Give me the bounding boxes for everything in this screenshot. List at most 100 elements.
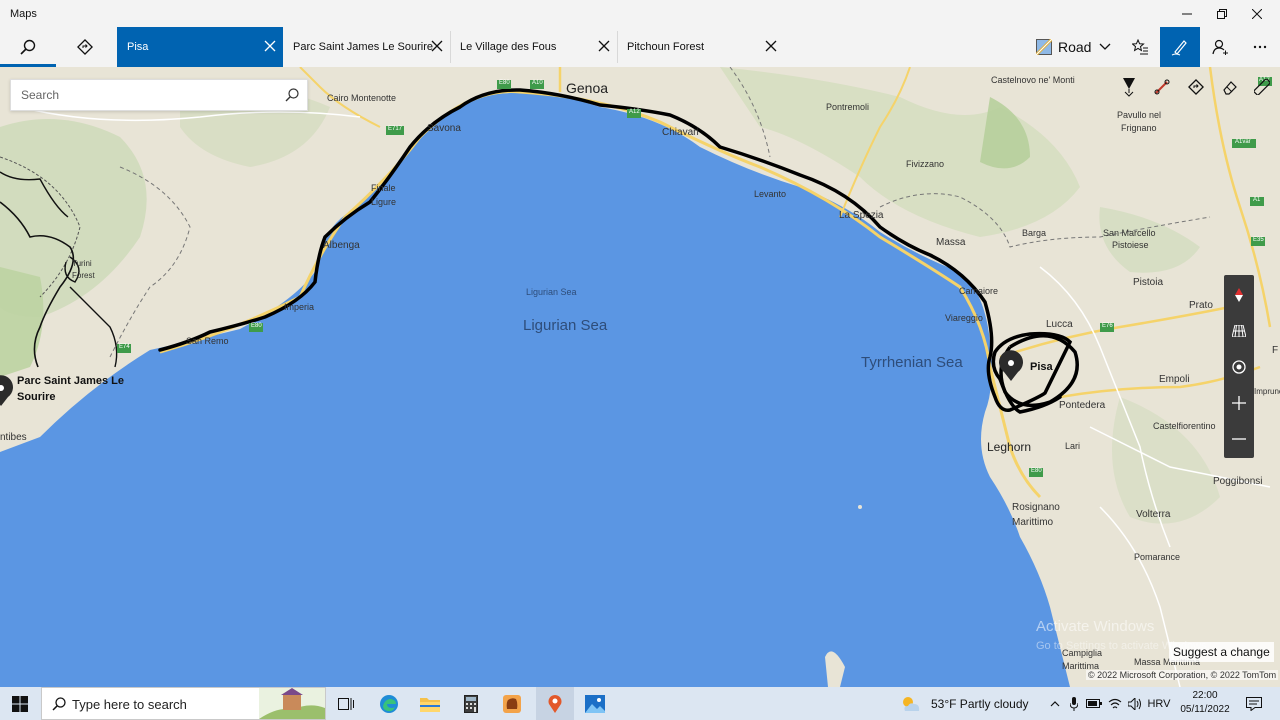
microphone-indicator[interactable] bbox=[1066, 687, 1082, 720]
favorites-button[interactable] bbox=[1120, 27, 1160, 67]
my-location-button[interactable] bbox=[1224, 349, 1254, 385]
close-icon bbox=[1252, 8, 1262, 19]
close-window-button[interactable] bbox=[1234, 0, 1280, 27]
person-icon bbox=[1212, 39, 1228, 55]
place-label-ligure: Ligure bbox=[371, 197, 397, 207]
search-tool-button[interactable] bbox=[0, 27, 56, 67]
directions-button[interactable] bbox=[57, 27, 113, 67]
clock-time: 22:00 bbox=[1192, 690, 1218, 701]
tab-parc-saint-james[interactable]: Parc Saint James Le Sourire bbox=[283, 27, 450, 67]
close-tab-icon[interactable] bbox=[597, 39, 611, 53]
speaker-icon bbox=[1128, 697, 1141, 710]
place-label-pontremoli: Pontremoli bbox=[826, 102, 870, 112]
place-label-albenga: Albenga bbox=[323, 240, 360, 251]
map-canvas[interactable]: E717 E80 A10 A12 E74 E80 E76 E35 A1 A1va… bbox=[0, 67, 1280, 687]
weather-widget[interactable]: 53°F Partly cloudy bbox=[900, 687, 1050, 720]
search-icon bbox=[52, 697, 66, 711]
battery-indicator[interactable] bbox=[1084, 687, 1104, 720]
road-shield-label: A1 bbox=[1253, 197, 1261, 203]
location-pin-parc-saint-james[interactable] bbox=[0, 373, 16, 407]
sea-label-ligurian: Ligurian Sea bbox=[523, 317, 608, 334]
place-label-levanto: Levanto bbox=[754, 189, 787, 199]
task-view-button[interactable] bbox=[330, 687, 362, 720]
tab-pisa[interactable]: Pisa bbox=[117, 27, 283, 67]
tab-pitchoun-forest[interactable]: Pitchoun Forest bbox=[617, 27, 784, 67]
minus-icon bbox=[1232, 438, 1246, 440]
ink-directions-tool[interactable] bbox=[1180, 73, 1212, 101]
clock-date: 05/11/2022 bbox=[1180, 704, 1230, 715]
directions-icon bbox=[1188, 79, 1204, 95]
place-label-viareggio: Viareggio bbox=[945, 313, 983, 323]
calculator-icon bbox=[464, 694, 478, 713]
compass-button[interactable] bbox=[1224, 277, 1254, 313]
ballpoint-pen-tool[interactable] bbox=[1113, 73, 1145, 101]
minimize-icon bbox=[1182, 13, 1192, 14]
ruler-icon bbox=[1254, 79, 1270, 95]
tab-le-village-des-fous[interactable]: Le Village des Fous bbox=[450, 27, 617, 67]
show-hidden-icons-button[interactable] bbox=[1046, 687, 1064, 720]
road-shield-label: E35 bbox=[1253, 237, 1264, 243]
taskbar-search-input[interactable] bbox=[72, 694, 252, 714]
more-options-button[interactable] bbox=[1240, 27, 1280, 67]
place-label-camaiore: Camaiore bbox=[959, 286, 999, 296]
close-tab-icon[interactable] bbox=[263, 39, 277, 53]
account-button[interactable] bbox=[1200, 27, 1240, 67]
measure-tool[interactable] bbox=[1146, 73, 1178, 101]
clock[interactable]: 22:00 05/11/2022 bbox=[1176, 689, 1234, 717]
more-icon bbox=[1253, 45, 1267, 49]
toolbar: Pisa Parc Saint James Le Sourire Le Vill… bbox=[0, 27, 1280, 67]
search-box[interactable] bbox=[10, 79, 308, 111]
place-label-forest: Forest bbox=[72, 271, 95, 280]
place-label-pisa: Pisa bbox=[1030, 361, 1053, 373]
app-title: Maps bbox=[10, 8, 37, 20]
taskbar-edge[interactable] bbox=[372, 687, 406, 720]
place-label-leghorn: Leghorn bbox=[987, 440, 1032, 454]
pen-icon bbox=[1171, 40, 1187, 56]
notification-icon bbox=[1246, 696, 1262, 711]
taskbar-file-explorer[interactable] bbox=[413, 687, 447, 720]
volume-indicator[interactable] bbox=[1126, 687, 1144, 720]
place-label-castelnovo: Castelnovo ne' Monti bbox=[991, 75, 1075, 85]
place-label-savona: Savona bbox=[427, 123, 461, 134]
location-pin-pisa[interactable] bbox=[996, 348, 1026, 382]
ruler-tool[interactable] bbox=[1246, 73, 1278, 101]
search-highlight-illustration-icon bbox=[259, 688, 325, 719]
taskbar-photos[interactable] bbox=[578, 687, 612, 720]
suggest-change-link[interactable]: Suggest a change bbox=[1169, 642, 1274, 662]
road-map-icon bbox=[1036, 39, 1052, 55]
place-label-pontedera: Pontedera bbox=[1059, 400, 1106, 411]
close-tab-icon[interactable] bbox=[764, 39, 778, 53]
glove-app-icon bbox=[503, 694, 521, 713]
tab-label: Le Village des Fous bbox=[460, 41, 557, 53]
search-icon[interactable] bbox=[285, 88, 299, 102]
ink-toolbar-button[interactable] bbox=[1160, 27, 1200, 67]
chevron-down-icon bbox=[1100, 43, 1111, 50]
map-style-dropdown[interactable]: Road bbox=[1036, 27, 1111, 67]
eraser-tool[interactable] bbox=[1213, 73, 1245, 101]
sea-label-small: Ligurian Sea bbox=[526, 287, 577, 297]
road-shield-label: A12 bbox=[629, 109, 640, 115]
language-text: HRV bbox=[1147, 697, 1171, 710]
place-label-empoli: Empoli bbox=[1159, 374, 1190, 385]
notifications-button[interactable] bbox=[1240, 687, 1268, 720]
taskbar-calculator[interactable] bbox=[454, 687, 488, 720]
photos-icon bbox=[585, 694, 605, 713]
input-language-indicator[interactable]: HRV bbox=[1146, 687, 1172, 720]
map-pin-icon bbox=[0, 375, 13, 406]
road-shield-label: E80 bbox=[251, 323, 262, 329]
taskbar-search[interactable] bbox=[41, 687, 326, 720]
place-label-pomarance: Pomarance bbox=[1134, 552, 1181, 562]
zoom-out-button[interactable] bbox=[1224, 421, 1254, 457]
zoom-in-button[interactable] bbox=[1224, 385, 1254, 421]
taskbar-app-glove[interactable] bbox=[495, 687, 529, 720]
place-label-la-spezia: La Spezia bbox=[839, 210, 884, 221]
taskbar-maps[interactable] bbox=[536, 687, 574, 720]
place-label-genoa: Genoa bbox=[566, 80, 609, 96]
start-button[interactable] bbox=[0, 687, 40, 720]
close-tab-icon[interactable] bbox=[430, 39, 444, 53]
location-target-icon bbox=[1232, 360, 1246, 374]
tilt-button[interactable] bbox=[1224, 313, 1254, 349]
wifi-indicator[interactable] bbox=[1106, 687, 1124, 720]
search-input[interactable] bbox=[11, 80, 271, 110]
folder-icon bbox=[420, 697, 440, 712]
